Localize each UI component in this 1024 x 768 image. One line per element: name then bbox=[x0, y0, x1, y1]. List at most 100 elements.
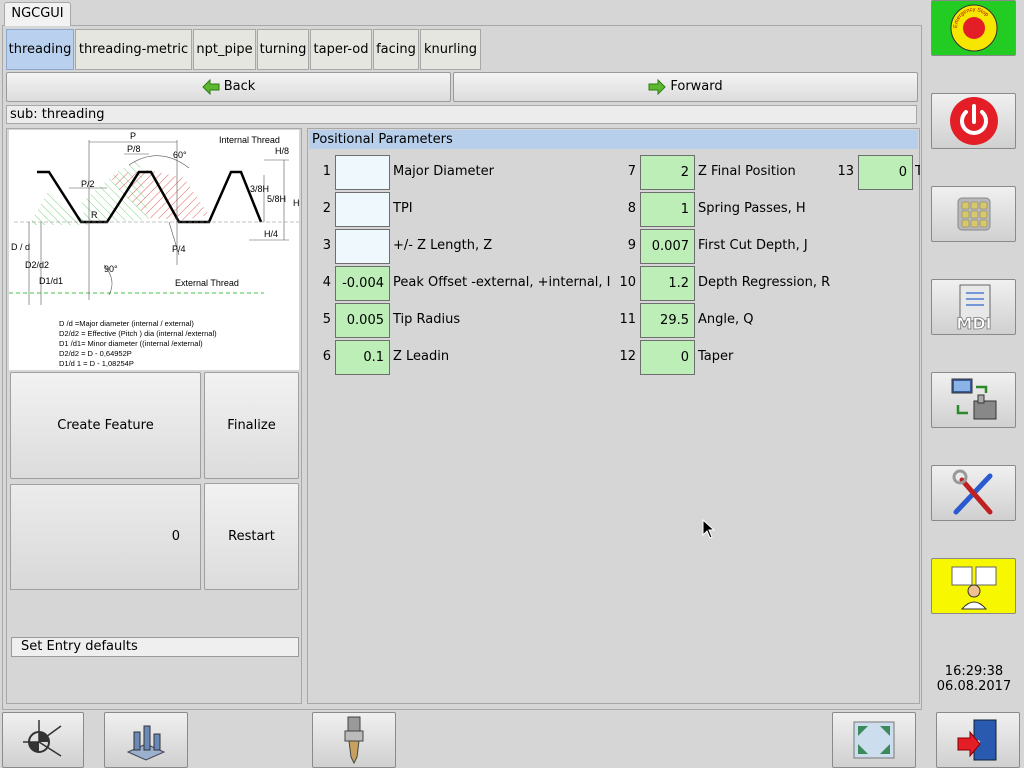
legend-line: D1 /d1= Minor diameter ((internal /exter… bbox=[59, 339, 203, 348]
tab-threading[interactable]: threading bbox=[6, 29, 74, 70]
tool-icon bbox=[344, 716, 364, 765]
param-tpi-input[interactable] bbox=[335, 192, 390, 227]
diagram-label-dd: D / d bbox=[11, 242, 30, 252]
param-taper-input[interactable]: 0 bbox=[640, 340, 695, 375]
create-feature-button[interactable]: Create Feature bbox=[10, 372, 201, 479]
param-label: First Cut Depth, J bbox=[698, 238, 808, 253]
diagram-label-d1: D1/d1 bbox=[39, 276, 63, 286]
tab-npt-pipe[interactable]: npt_pipe bbox=[193, 29, 256, 70]
forward-label: Forward bbox=[670, 79, 723, 94]
arrow-left-icon bbox=[202, 78, 220, 95]
param-label: Tip Radius bbox=[393, 312, 461, 327]
param-number: 12 bbox=[619, 349, 636, 364]
tab-knurling[interactable]: knurling bbox=[420, 29, 481, 70]
param-label: Z Final Position bbox=[698, 164, 796, 179]
clock-date: 06.08.2017 bbox=[936, 679, 1012, 694]
axis-jog-icon bbox=[23, 720, 62, 757]
jog-keypad-icon bbox=[957, 197, 990, 231]
legend-line: D2/d2 = D - 0,64952P bbox=[59, 349, 132, 358]
param-number: 8 bbox=[627, 201, 636, 216]
param-spring-passes-input[interactable]: 1 bbox=[640, 192, 695, 227]
tools-settings-icon bbox=[952, 469, 992, 515]
diagram-label-58h: 5/8H bbox=[267, 194, 286, 204]
user-tabs-button[interactable] bbox=[931, 558, 1016, 614]
exit-button[interactable] bbox=[936, 712, 1020, 768]
back-label: Back bbox=[223, 79, 256, 94]
param-number: 7 bbox=[627, 164, 636, 179]
param-major-diameter-input[interactable] bbox=[335, 155, 390, 190]
machine-transfer-button[interactable] bbox=[931, 372, 1016, 428]
legend-line: D /d =Major diameter (internal / externa… bbox=[59, 319, 194, 328]
fullscreen-button[interactable] bbox=[832, 712, 916, 768]
tool-button[interactable] bbox=[312, 712, 396, 768]
set-entry-defaults-button[interactable]: Set Entry defaults bbox=[11, 637, 299, 657]
tab-ngcgui[interactable]: NGCGUI bbox=[4, 2, 71, 26]
parameters-header: Positional Parameters bbox=[309, 130, 918, 149]
diagram-label-p8: P/8 bbox=[127, 144, 141, 154]
param-z-length-input[interactable] bbox=[335, 229, 390, 264]
forward-button[interactable]: Forward bbox=[453, 72, 918, 102]
diagram-label-d2: D2/d2 bbox=[25, 260, 49, 270]
param-label: Z Leadin bbox=[393, 349, 450, 364]
subroutine-label: sub: threading bbox=[6, 105, 917, 124]
tab-facing[interactable]: facing bbox=[373, 29, 419, 70]
param-label: +/- Z Length, Z bbox=[393, 238, 493, 253]
param-label: TPI bbox=[393, 201, 413, 216]
param-number: 3 bbox=[322, 238, 331, 253]
tab-turning[interactable]: turning bbox=[257, 29, 309, 70]
emergency-stop-button[interactable]: Emergency Stop bbox=[931, 0, 1016, 56]
legend-line: D1/d 1 = D - 1,08254P bbox=[59, 359, 134, 368]
finalize-button[interactable]: Finalize bbox=[204, 372, 299, 479]
mdi-icon: MDI bbox=[956, 284, 991, 333]
jog-keypad-button[interactable] bbox=[931, 186, 1016, 242]
restart-button[interactable]: Restart bbox=[204, 483, 299, 590]
back-button[interactable]: Back bbox=[6, 72, 451, 102]
tab-threading-metric[interactable]: threading-metric bbox=[75, 29, 192, 70]
diagram-label-p4: P/4 bbox=[172, 244, 186, 254]
param-number: 4 bbox=[322, 275, 331, 290]
param-label: Depth Regression, R bbox=[698, 275, 831, 290]
diagram-label-p: P bbox=[130, 131, 136, 141]
clock: 16:29:38 06.08.2017 bbox=[926, 664, 1022, 694]
fullscreen-icon bbox=[853, 721, 895, 759]
machine-transfer-icon bbox=[951, 378, 996, 420]
param-first-cut-input[interactable]: 0.007 bbox=[640, 229, 695, 264]
feature-counter: 0 bbox=[10, 484, 201, 590]
param-peak-offset-input[interactable]: -0.004 bbox=[335, 266, 390, 301]
param-number: 6 bbox=[322, 349, 331, 364]
mouse-cursor-icon bbox=[702, 519, 716, 539]
power-icon bbox=[949, 97, 998, 145]
diagram-label-h4: H/4 bbox=[264, 229, 278, 239]
tools-settings-button[interactable] bbox=[931, 465, 1016, 521]
param-label: Taper bbox=[698, 349, 734, 364]
diagram-label-external: External Thread bbox=[175, 278, 239, 288]
param-z-final-input[interactable]: 2 bbox=[640, 155, 695, 190]
legend-line: D2/d2 = Effective (Pitch ) dia (internal… bbox=[59, 329, 217, 338]
param-label: Angle, Q bbox=[698, 312, 754, 327]
tab-taper-od[interactable]: taper-od bbox=[310, 29, 372, 70]
thread-diagram: P P/8 60° Internal Thread H/8 P/2 3/8H 5… bbox=[9, 130, 299, 370]
param-label: T bbox=[915, 164, 920, 179]
param-z-leadin-input[interactable]: 0.1 bbox=[335, 340, 390, 375]
param-label: Peak Offset -external, +internal, I bbox=[393, 275, 611, 290]
param-number: 10 bbox=[619, 275, 636, 290]
param-number: 2 bbox=[322, 201, 331, 216]
param-angle-input[interactable]: 29.5 bbox=[640, 303, 695, 338]
axis-jog-button[interactable] bbox=[2, 712, 84, 768]
clock-time: 16:29:38 bbox=[944, 664, 1004, 679]
param-t-input[interactable]: 0 bbox=[858, 155, 913, 190]
diagram-label-r: R bbox=[91, 210, 98, 220]
emergency-stop-icon: Emergency Stop bbox=[950, 4, 997, 52]
diagram-label-internal: Internal Thread bbox=[219, 135, 280, 145]
power-button[interactable] bbox=[931, 93, 1016, 149]
param-number: 11 bbox=[619, 312, 636, 327]
diagram-label-h8: H/8 bbox=[275, 146, 289, 156]
param-number: 9 bbox=[627, 238, 636, 253]
param-number: 1 bbox=[322, 164, 331, 179]
param-tip-radius-input[interactable]: 0.005 bbox=[335, 303, 390, 338]
diagram-label-90: 90° bbox=[104, 264, 118, 274]
user-tabs-icon bbox=[951, 566, 996, 610]
param-depth-regression-input[interactable]: 1.2 bbox=[640, 266, 695, 301]
touch-off-button[interactable] bbox=[104, 712, 188, 768]
mdi-button[interactable]: MDI bbox=[931, 279, 1016, 335]
